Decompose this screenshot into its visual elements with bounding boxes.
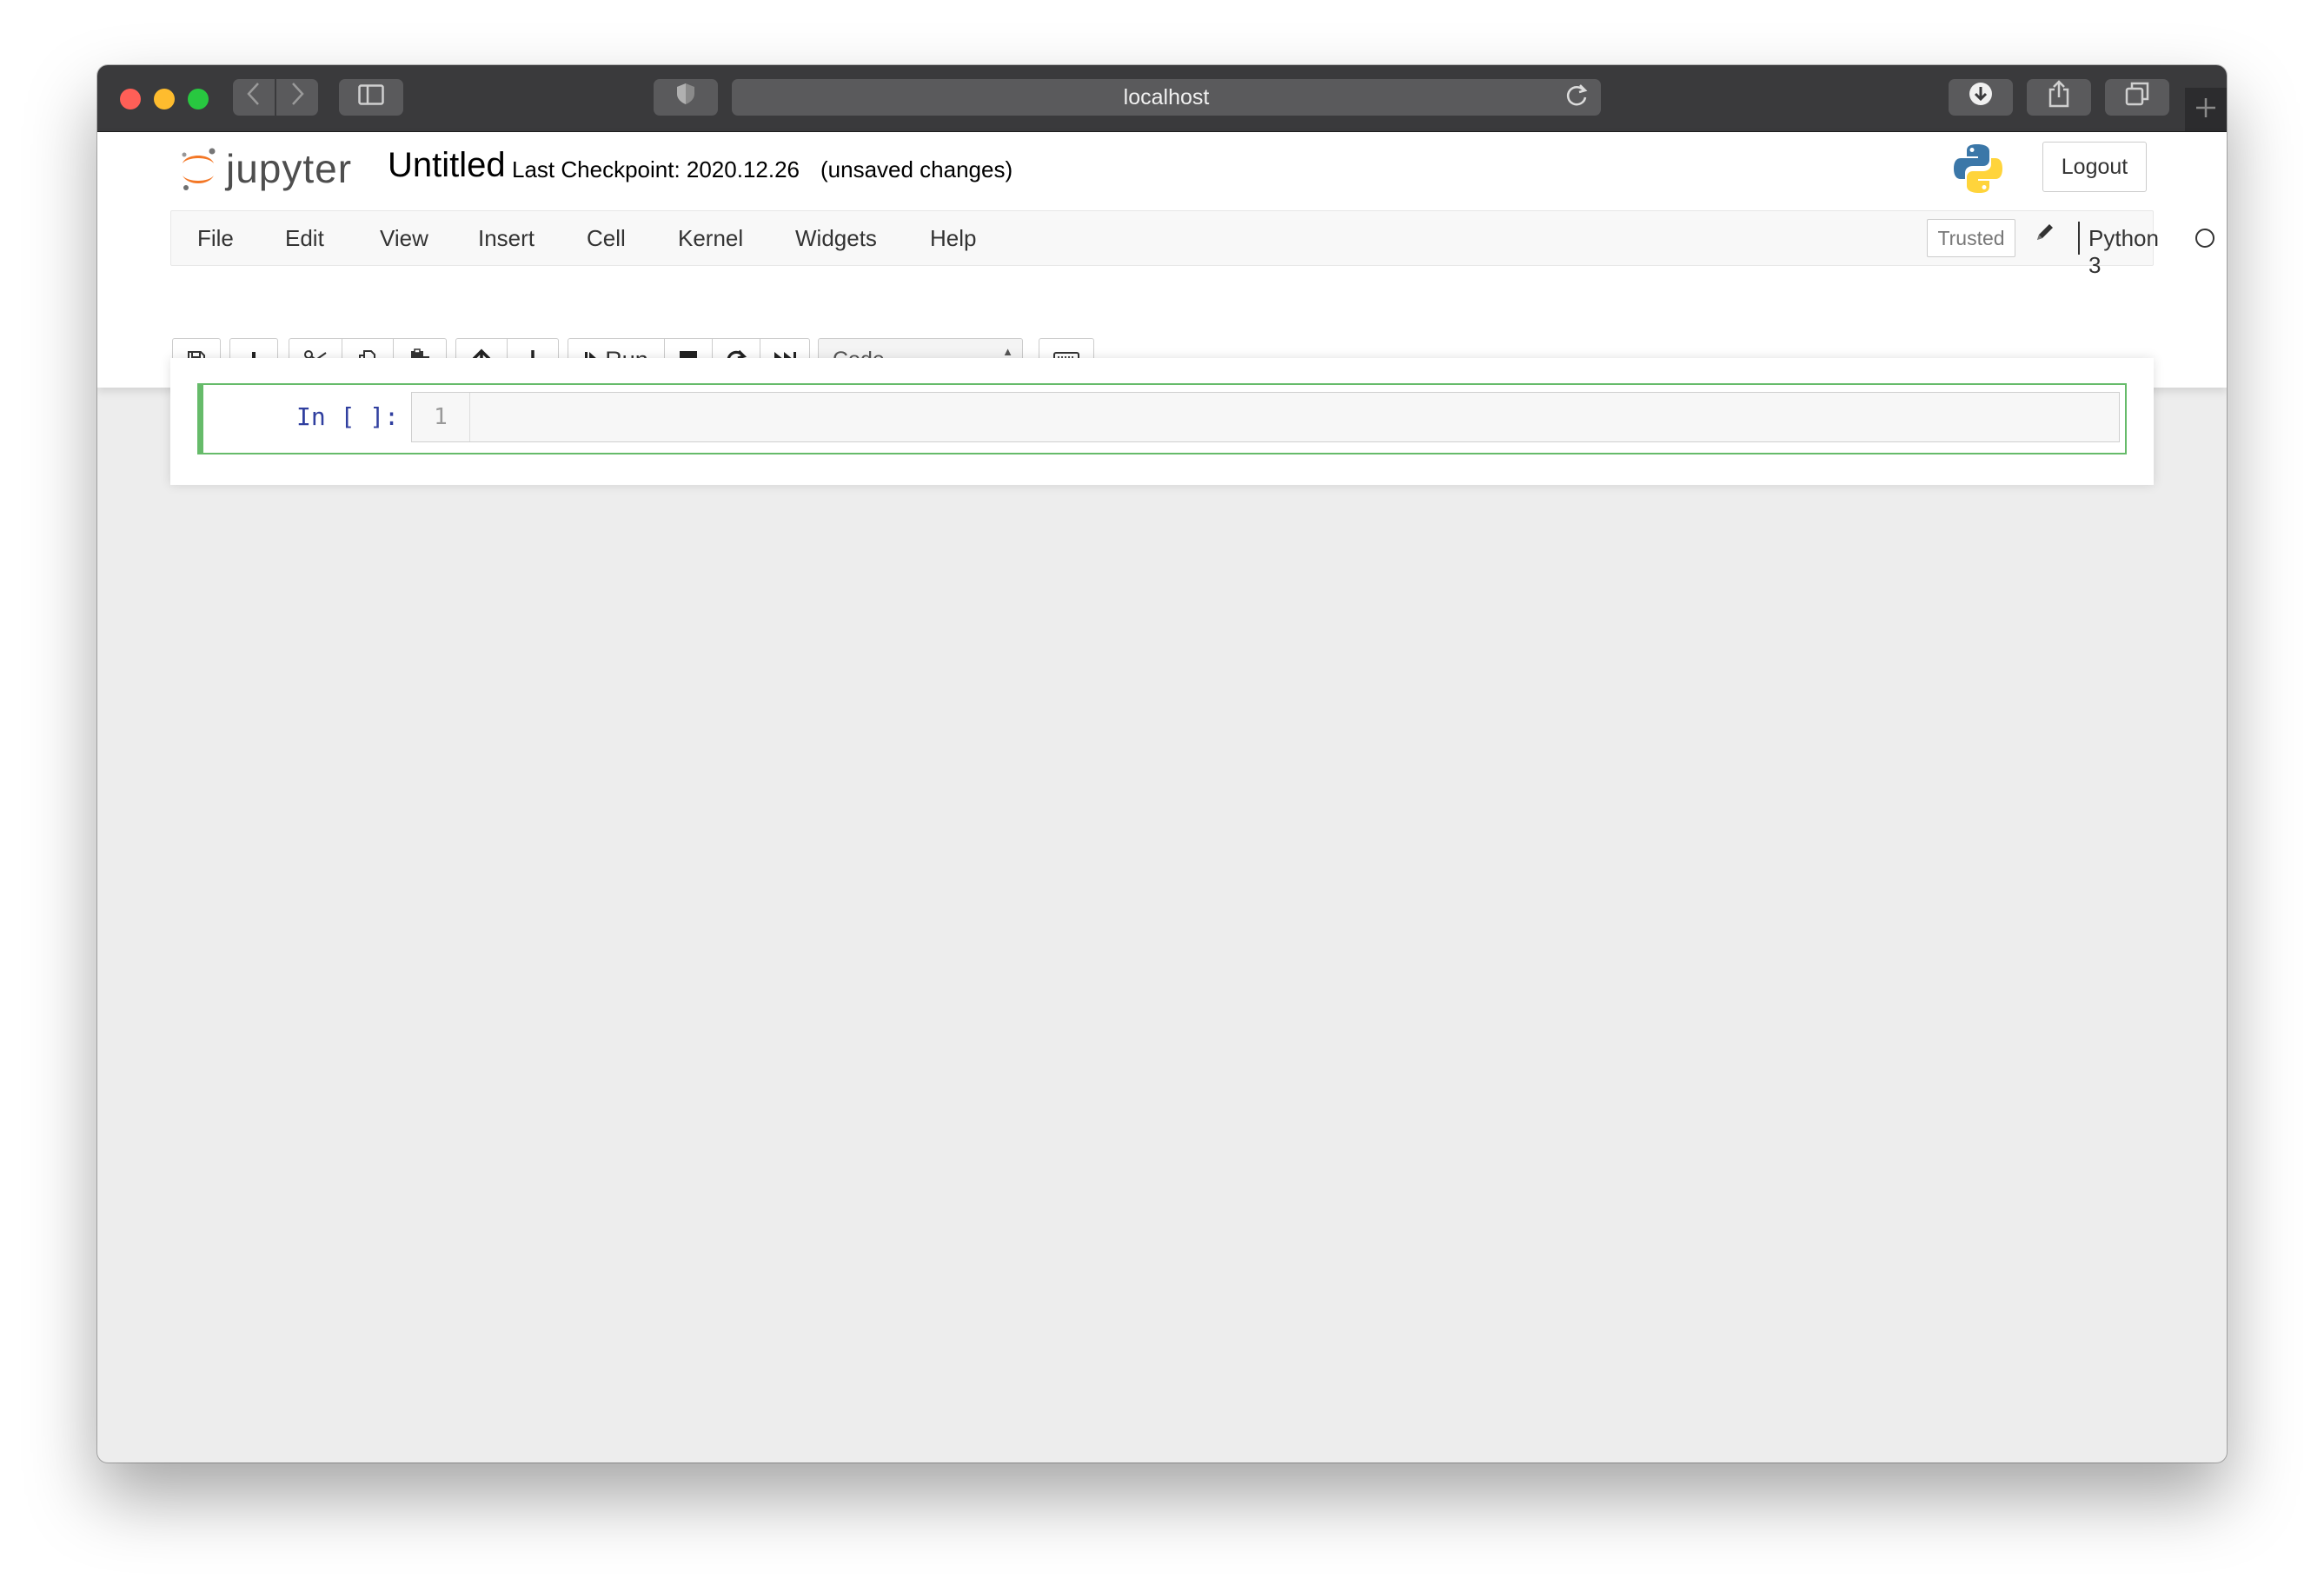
share-icon (2048, 80, 2070, 115)
forward-button[interactable] (276, 79, 318, 116)
code-cell[interactable]: In [ ]: 1 (197, 383, 2127, 454)
show-tabs-button[interactable] (2105, 79, 2169, 116)
menu-widgets[interactable]: Widgets (795, 225, 877, 252)
address-bar[interactable]: localhost (732, 79, 1601, 116)
close-window-button[interactable] (120, 89, 141, 109)
back-button[interactable] (233, 79, 275, 116)
code-editor[interactable]: 1 (411, 392, 2120, 442)
shield-icon (675, 82, 696, 113)
share-button[interactable] (2027, 79, 2091, 116)
menu-view[interactable]: View (380, 225, 428, 252)
pencil-icon[interactable] (2035, 222, 2055, 249)
trusted-badge[interactable]: Trusted (1927, 219, 2015, 257)
downloads-button[interactable] (1949, 79, 2013, 116)
line-number: 1 (412, 393, 470, 441)
jupyter-logo-icon (182, 148, 216, 190)
kernel-name[interactable]: Python 3 (2088, 225, 2159, 279)
unsaved-changes-indicator: (unsaved changes) (820, 156, 1013, 182)
python-logo-icon (1954, 144, 2002, 193)
zoom-window-button[interactable] (188, 89, 209, 109)
minimize-window-button[interactable] (154, 89, 175, 109)
kernel-separator (2078, 222, 2080, 255)
download-icon (1968, 81, 1994, 114)
notebook-title[interactable]: Untitled (388, 146, 506, 185)
menu-edit[interactable]: Edit (285, 225, 324, 252)
sidebar-icon (358, 83, 384, 112)
url-text: localhost (1123, 84, 1210, 109)
browser-window: localhost jupyter Untitled Last Checkpoi… (97, 65, 2227, 1463)
reload-icon[interactable] (1564, 83, 1589, 116)
browser-titlebar: localhost (97, 65, 2227, 132)
menu-kernel[interactable]: Kernel (678, 225, 743, 252)
menu-help[interactable]: Help (930, 225, 976, 252)
input-prompt: In [ ]: (296, 402, 400, 431)
menu-insert[interactable]: Insert (478, 225, 535, 252)
sidebar-button[interactable] (339, 79, 403, 116)
new-tab-button[interactable] (2185, 88, 2227, 131)
tabs-icon (2125, 82, 2149, 113)
menu-file[interactable]: File (197, 225, 234, 252)
jupyter-logo[interactable]: jupyter (177, 144, 352, 193)
last-checkpoint: Last Checkpoint: 2020.12.26 (512, 156, 800, 182)
chevron-left-icon (246, 82, 262, 113)
privacy-report-button[interactable] (654, 79, 718, 116)
jupyter-logo-text: jupyter (226, 146, 353, 191)
chevron-right-icon (289, 82, 305, 113)
plus-icon (2195, 93, 2217, 127)
jupyter-header: jupyter Untitled Last Checkpoint: 2020.1… (97, 132, 2227, 388)
logout-button[interactable]: Logout (2042, 142, 2147, 192)
menu-cell[interactable]: Cell (587, 225, 626, 252)
menubar: File Edit View Insert Cell Kernel Widget… (170, 210, 2214, 278)
kernel-idle-indicator (2195, 229, 2214, 248)
